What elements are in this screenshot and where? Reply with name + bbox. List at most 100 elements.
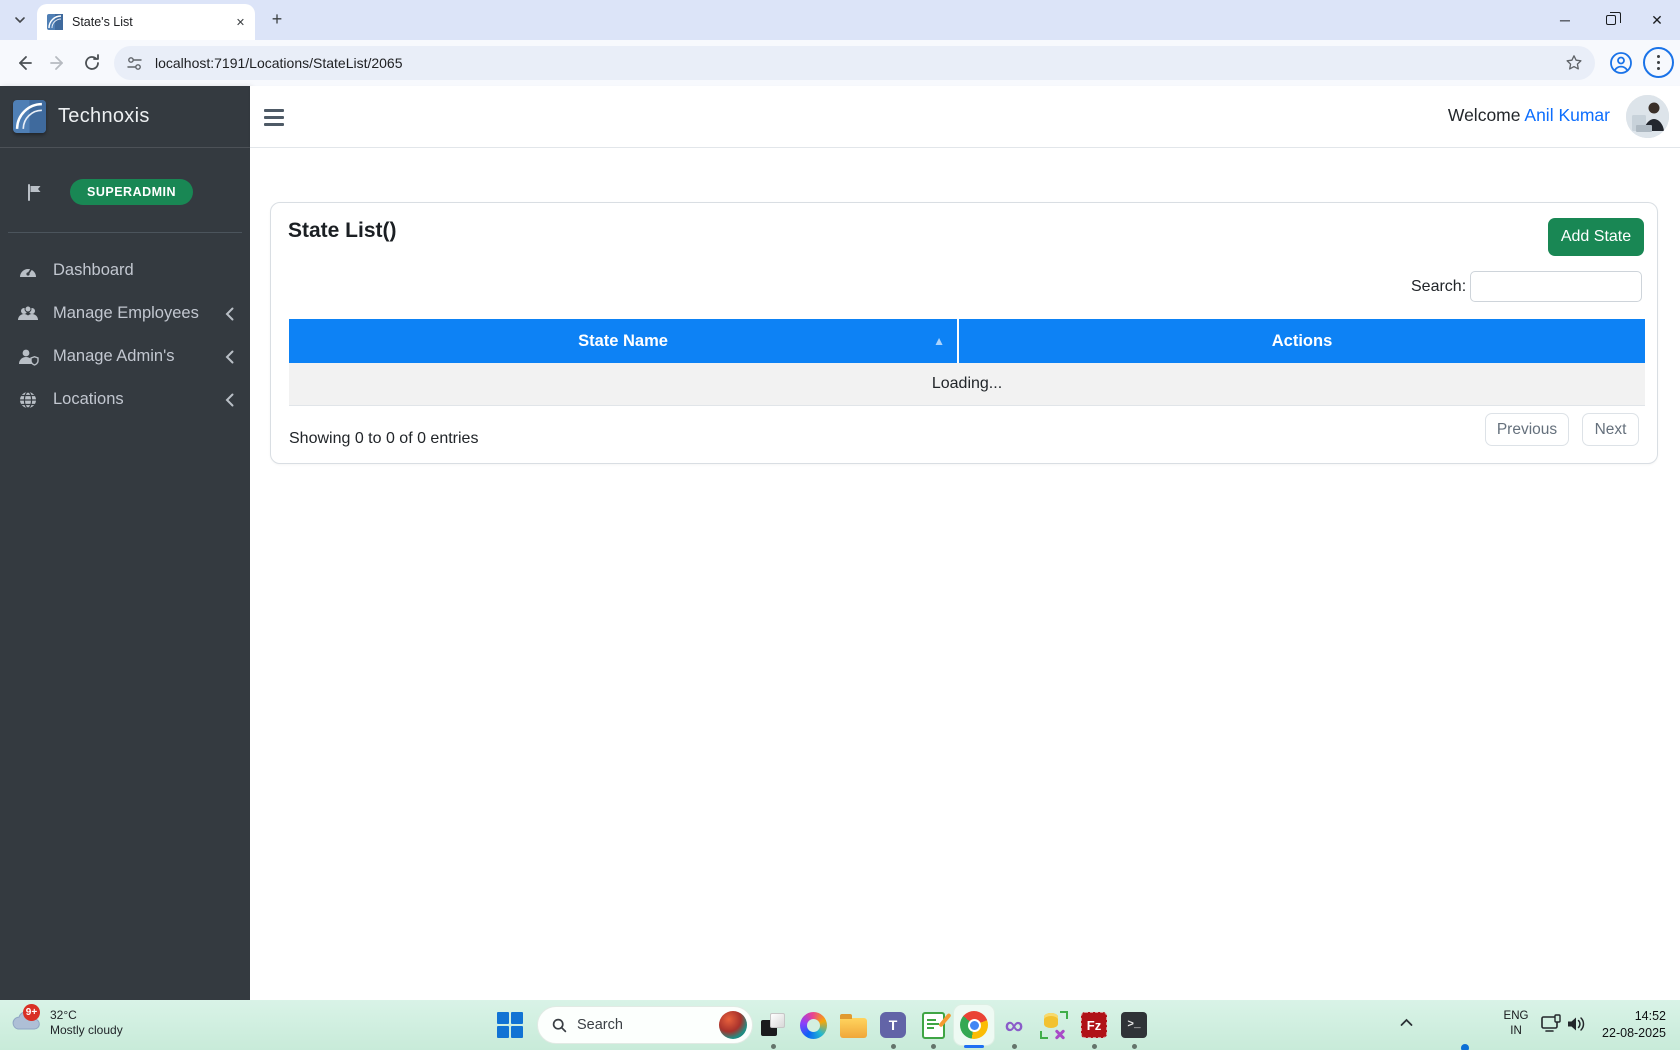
running-indicator (771, 1044, 776, 1049)
weather-cloud-icon: 9+ (10, 1005, 46, 1039)
reload-button[interactable] (78, 49, 106, 77)
back-button[interactable] (10, 49, 38, 77)
address-bar[interactable]: localhost:7191/Locations/StateList/2065 (114, 46, 1595, 80)
chrome-icon[interactable] (954, 1005, 994, 1045)
notepad-editor-icon[interactable] (917, 1009, 949, 1041)
tab-title: State's List (72, 15, 232, 29)
weather-condition: Mostly cloudy (50, 1023, 123, 1038)
weather-widget[interactable]: 9+ 32°C Mostly cloudy (10, 1005, 123, 1039)
tab-search-button[interactable] (8, 8, 32, 32)
brand-logo-icon (13, 100, 46, 133)
user-avatar[interactable] (1626, 95, 1669, 138)
welcome-label: Welcome (1448, 105, 1521, 125)
sql-tools-icon[interactable] (1038, 1009, 1070, 1041)
language-indicator[interactable]: ENG IN (1498, 1009, 1534, 1039)
window-minimize-button[interactable]: ─ (1542, 0, 1588, 40)
sidebar-item-label: Locations (53, 390, 124, 409)
file-explorer-icon[interactable] (837, 1009, 869, 1041)
search-input[interactable] (1470, 271, 1642, 302)
site-favicon-icon (47, 14, 63, 30)
taskbar-search-placeholder: Search (577, 1017, 719, 1033)
url-text[interactable]: localhost:7191/Locations/StateList/2065 (155, 55, 1565, 71)
filezilla-icon[interactable]: Fz (1078, 1009, 1110, 1041)
add-state-button[interactable]: Add State (1548, 218, 1644, 256)
tray-date: 22-08-2025 (1602, 1025, 1666, 1042)
user-shield-icon (16, 347, 40, 367)
tray-chevron-up-icon[interactable] (1400, 1018, 1413, 1027)
sidebar-item-label: Manage Admin's (53, 347, 174, 366)
username-link[interactable]: Anil Kumar (1524, 105, 1610, 125)
sidebar-item-label: Manage Employees (53, 304, 199, 323)
chevron-down-icon (14, 14, 26, 26)
display-cast-icon[interactable] (1540, 1014, 1562, 1034)
taskbar-clock[interactable]: 14:52 22-08-2025 (1602, 1008, 1666, 1042)
bookmark-star-icon[interactable] (1565, 54, 1583, 72)
region-code: IN (1498, 1024, 1534, 1039)
search-label: Search: (1411, 278, 1466, 296)
running-indicator (1132, 1044, 1137, 1049)
window-close-button[interactable]: ✕ (1634, 0, 1680, 40)
start-button[interactable] (497, 1012, 523, 1038)
browser-profile-button[interactable] (1606, 48, 1636, 78)
hamburger-menu-button[interactable] (259, 104, 289, 130)
flag-icon (26, 183, 45, 202)
close-icon: ✕ (1651, 12, 1663, 29)
terminal-icon[interactable]: >_ (1118, 1009, 1150, 1041)
visual-studio-icon[interactable]: ∞ (998, 1009, 1030, 1041)
brand[interactable]: Technoxis (0, 86, 250, 148)
site-info-icon[interactable] (126, 55, 143, 72)
page-title: State List() (288, 219, 397, 243)
main-content: State List() Add State Search: State Nam… (250, 148, 1680, 1000)
running-indicator (891, 1044, 896, 1049)
welcome-text: Welcome Anil Kumar (1448, 105, 1610, 126)
brand-name: Technoxis (58, 105, 150, 128)
running-indicator (1012, 1044, 1017, 1049)
table-header: State Name ▲ Actions (289, 319, 1645, 363)
notification-badge: 9+ (23, 1004, 40, 1021)
forward-button[interactable] (44, 49, 72, 77)
previous-page-button[interactable]: Previous (1485, 413, 1569, 446)
browser-tabstrip: State's List ✕ + ─ ✕ (0, 0, 1680, 40)
sort-asc-icon[interactable]: ▲ (933, 334, 945, 348)
taskbar-search-box[interactable]: Search (537, 1006, 753, 1044)
search-highlight-image[interactable] (719, 1011, 747, 1039)
sidebar-item-manage-admins[interactable]: Manage Admin's (0, 335, 250, 378)
volume-icon[interactable] (1566, 1015, 1587, 1033)
task-view-icon[interactable] (757, 1009, 789, 1041)
browser-tab[interactable]: State's List ✕ (37, 4, 255, 40)
active-app-indicator (964, 1045, 984, 1048)
window-restore-button[interactable] (1588, 0, 1634, 40)
restore-icon (1606, 15, 1616, 25)
column-label: Actions (1272, 332, 1333, 351)
copilot-icon[interactable] (797, 1009, 829, 1041)
taskbar: 9+ 32°C Mostly cloudy Search T ∞ Fz >_ (0, 1000, 1680, 1050)
avatar-image (1626, 95, 1669, 138)
tab-close-button[interactable]: ✕ (232, 14, 249, 31)
window-controls: ─ ✕ (1542, 0, 1680, 40)
desktop-screen: State's List ✕ + ─ ✕ localhost:7191/Loca… (0, 0, 1680, 1050)
users-icon (16, 304, 40, 324)
sidebar-item-dashboard[interactable]: Dashboard (0, 249, 250, 292)
chevron-left-icon (225, 307, 234, 321)
sync-status-dot (1461, 1044, 1469, 1050)
globe-icon (16, 390, 40, 410)
browser-menu-button[interactable] (1643, 47, 1674, 78)
weather-temperature: 32°C (50, 1008, 123, 1023)
teams-icon[interactable]: T (877, 1009, 909, 1041)
minimize-icon: ─ (1560, 12, 1570, 28)
sidebar-item-locations[interactable]: Locations (0, 378, 250, 421)
weather-text: 32°C Mostly cloudy (50, 1005, 123, 1038)
role-badge: SUPERADMIN (70, 179, 193, 205)
next-page-button[interactable]: Next (1582, 413, 1639, 446)
language-code: ENG (1498, 1009, 1534, 1024)
column-header-state-name[interactable]: State Name ▲ (289, 319, 959, 363)
running-indicator (1092, 1044, 1097, 1049)
chevron-left-icon (225, 393, 234, 407)
sidebar-menu: Dashboard Manage Employees Manage Admin'… (0, 233, 250, 421)
role-row: SUPERADMIN (26, 179, 250, 205)
column-label: State Name (578, 332, 668, 351)
sidebar: Technoxis SUPERADMIN Dashboard Manage Em… (0, 86, 250, 1000)
column-header-actions[interactable]: Actions (959, 319, 1645, 363)
new-tab-button[interactable]: + (265, 8, 289, 32)
sidebar-item-manage-employees[interactable]: Manage Employees (0, 292, 250, 335)
